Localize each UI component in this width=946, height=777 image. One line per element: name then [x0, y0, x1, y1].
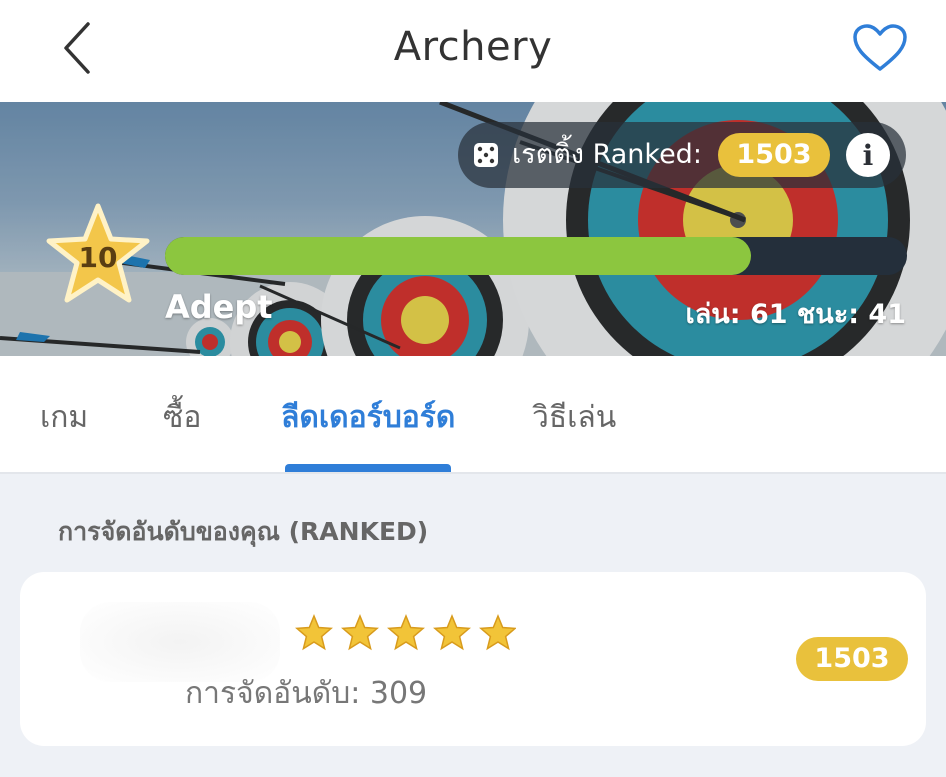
favorite-button[interactable] [848, 16, 912, 80]
star-icon [295, 614, 333, 651]
top-bar: Archery [0, 0, 946, 102]
info-icon: i [862, 138, 874, 172]
tab-shop[interactable]: ซื้อ [163, 394, 201, 441]
ranked-rating-pill: เรตติ้ง Ranked: 1503 i [458, 122, 906, 188]
tab-bar: เกม ซื้อ ลีดเดอร์บอร์ด วิธีเล่น [0, 356, 946, 474]
info-button[interactable]: i [846, 133, 890, 177]
rank-position-label: การจัดอันดับ: 309 [185, 676, 428, 711]
level-progress-bar [165, 237, 907, 275]
level-progress-fill [165, 237, 752, 275]
tab-game[interactable]: เกม [40, 394, 88, 441]
app-screen: Archery เรตติ้ง Ranked: 1503 i 10 Adept … [0, 0, 946, 777]
page-title: Archery [393, 24, 553, 70]
tab-how-to-play[interactable]: วิธีเล่น [532, 394, 616, 441]
rating-label: เรตติ้ง Ranked: [512, 139, 702, 170]
level-name: Adept [165, 288, 273, 326]
heart-outline-icon [853, 24, 907, 71]
level-number: 10 [78, 241, 118, 274]
hero-banner: เรตติ้ง Ranked: 1503 i 10 Adept เล่น: 61… [0, 102, 946, 356]
my-rank-card[interactable]: การจัดอันดับ: 309 1503 [20, 572, 926, 746]
rating-value-badge: 1503 [718, 133, 830, 177]
player-rating-badge: 1503 [796, 637, 908, 681]
play-win-stats: เล่น: 61 ชนะ: 41 [685, 299, 906, 330]
section-title: การจัดอันดับของคุณ (RANKED) [58, 517, 429, 546]
star-icon [341, 614, 379, 651]
dice-icon [474, 143, 498, 167]
star-icon [387, 614, 425, 651]
rank-stars [295, 614, 516, 651]
active-tab-indicator [285, 464, 451, 472]
star-icon [479, 614, 516, 651]
tab-leaderboard[interactable]: ลีดเดอร์บอร์ด [281, 394, 455, 441]
star-icon [433, 614, 471, 651]
